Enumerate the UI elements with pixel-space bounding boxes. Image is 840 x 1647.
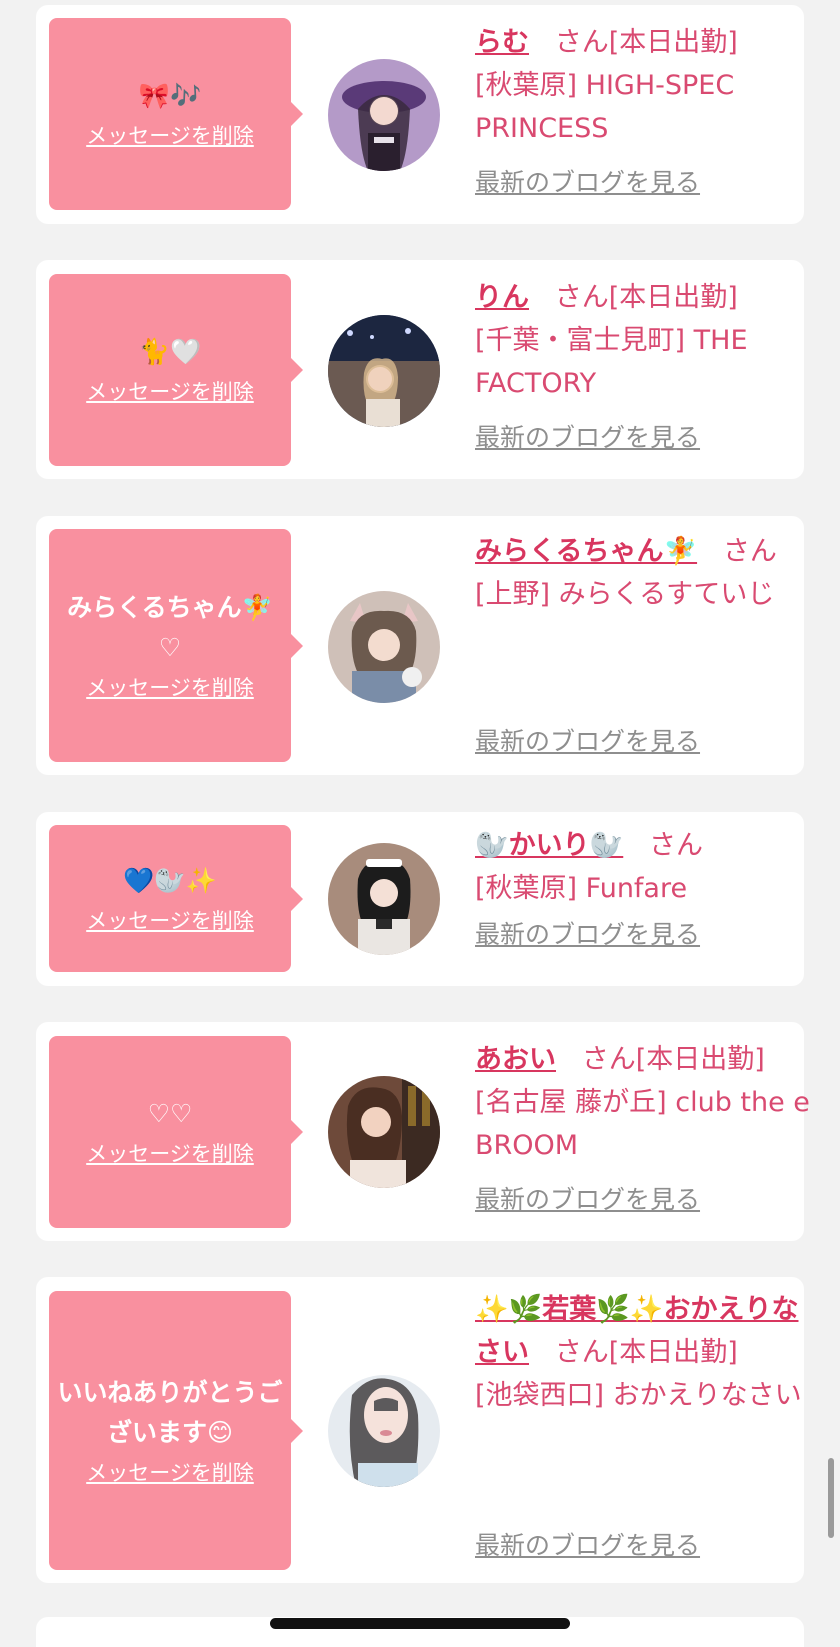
delete-message-link[interactable]: メッセージを削除 [86,120,254,152]
delete-message-link[interactable]: メッセージを削除 [86,376,254,408]
latest-blog-link[interactable]: 最新のブログを見る [475,421,700,455]
message-bubble: 💙🦭✨ メッセージを削除 [49,825,303,972]
home-indicator [270,1618,570,1629]
cast-name-link[interactable]: あおい [475,1044,556,1075]
cast-status: さん[本日出勤] [554,27,738,58]
message-text: ♡♡ [147,1099,193,1128]
cast-info: みらくるちゃん🧚 さん [上野] みらくるすていじ [475,530,817,616]
avatar[interactable] [328,1076,440,1188]
message-bubble: 🐈🤍 メッセージを削除 [49,274,303,466]
avatar[interactable] [328,1375,440,1487]
message-card: 🎀🎶 メッセージを削除 らむ さん[本日出勤] [秋葉原] HIGH-SPEC … [36,5,804,224]
cast-info: ✨🌿若葉🌿✨おかえりなさい さん[本日出勤] [池袋西口] おかえりなさい [475,1288,817,1417]
latest-blog-link[interactable]: 最新のブログを見る [475,1529,700,1563]
message-text: いいねありがとうございます😊 [57,1377,283,1447]
shop-name: [秋葉原] Funfare [475,873,688,904]
shop-name: [名古屋 藤が丘] club the e BROOM [475,1087,810,1161]
message-text: 🐈🤍 [138,337,202,366]
delete-message-link[interactable]: メッセージを削除 [86,672,254,704]
shop-name: [池袋西口] おかえりなさい [475,1380,802,1411]
message-bubble: ♡♡ メッセージを削除 [49,1036,303,1228]
latest-blog-link[interactable]: 最新のブログを見る [475,1183,700,1217]
delete-message-link[interactable]: メッセージを削除 [86,1138,254,1170]
cast-status: さん[本日出勤] [554,1337,738,1368]
cast-name-link[interactable]: りん [475,282,529,313]
latest-blog-link[interactable]: 最新のブログを見る [475,725,700,759]
cast-name-link[interactable]: らむ [475,27,529,58]
delete-message-link[interactable]: メッセージを削除 [86,905,254,937]
cast-info: りん さん[本日出勤] [千葉・富士見町] THE FACTORY [475,276,817,405]
message-bubble: みらくるちゃん🧚 ♡ メッセージを削除 [49,529,303,762]
message-card: いいねありがとうございます😊 メッセージを削除 ✨🌿若葉🌿✨おかえりなさい さん… [36,1277,804,1583]
cast-status: さん[本日出勤] [581,1044,765,1075]
cast-info: あおい さん[本日出勤] [名古屋 藤が丘] club the e BROOM [475,1038,817,1167]
cast-info: 🦭かいり🦭 さん [秋葉原] Funfare [475,824,817,910]
shop-name: [上野] みらくるすていじ [475,579,775,610]
avatar[interactable] [328,59,440,171]
avatar[interactable] [328,843,440,955]
message-bubble: いいねありがとうございます😊 メッセージを削除 [49,1291,303,1570]
cast-status: さん [722,536,777,567]
message-card: 💙🦭✨ メッセージを削除 🦭かいり🦭 さん [秋葉原] Funfare 最新のブ… [36,812,804,986]
cast-name-link[interactable]: 🦭かいり🦭 [475,830,623,861]
shop-name: [千葉・富士見町] THE FACTORY [475,325,748,399]
cast-info: らむ さん[本日出勤] [秋葉原] HIGH-SPEC PRINCESS [475,21,817,150]
cast-status: さん [649,830,703,861]
delete-message-link[interactable]: メッセージを削除 [86,1457,254,1489]
message-text: みらくるちゃん🧚 ♡ [67,592,273,662]
message-bubble: 🎀🎶 メッセージを削除 [49,18,303,210]
avatar[interactable] [328,591,440,703]
message-text: 🎀🎶 [138,81,202,110]
avatar[interactable] [328,315,440,427]
message-card: 🐈🤍 メッセージを削除 りん さん[本日出勤] [千葉・富士見町] THE FA… [36,260,804,479]
message-card: ♡♡ メッセージを削除 あおい さん[本日出勤] [名古屋 藤が丘] club … [36,1022,810,1241]
latest-blog-link[interactable]: 最新のブログを見る [475,166,700,200]
scrollbar[interactable] [828,1458,834,1538]
cast-name-link[interactable]: みらくるちゃん🧚 [475,536,697,567]
message-text: 💙🦭✨ [123,865,217,895]
message-card: みらくるちゃん🧚 ♡ メッセージを削除 みらくるちゃん🧚 さん [上野] みらく… [36,516,804,775]
cast-status: さん[本日出勤] [554,282,738,313]
latest-blog-link[interactable]: 最新のブログを見る [475,918,700,952]
shop-name: [秋葉原] HIGH-SPEC PRINCESS [475,70,735,144]
